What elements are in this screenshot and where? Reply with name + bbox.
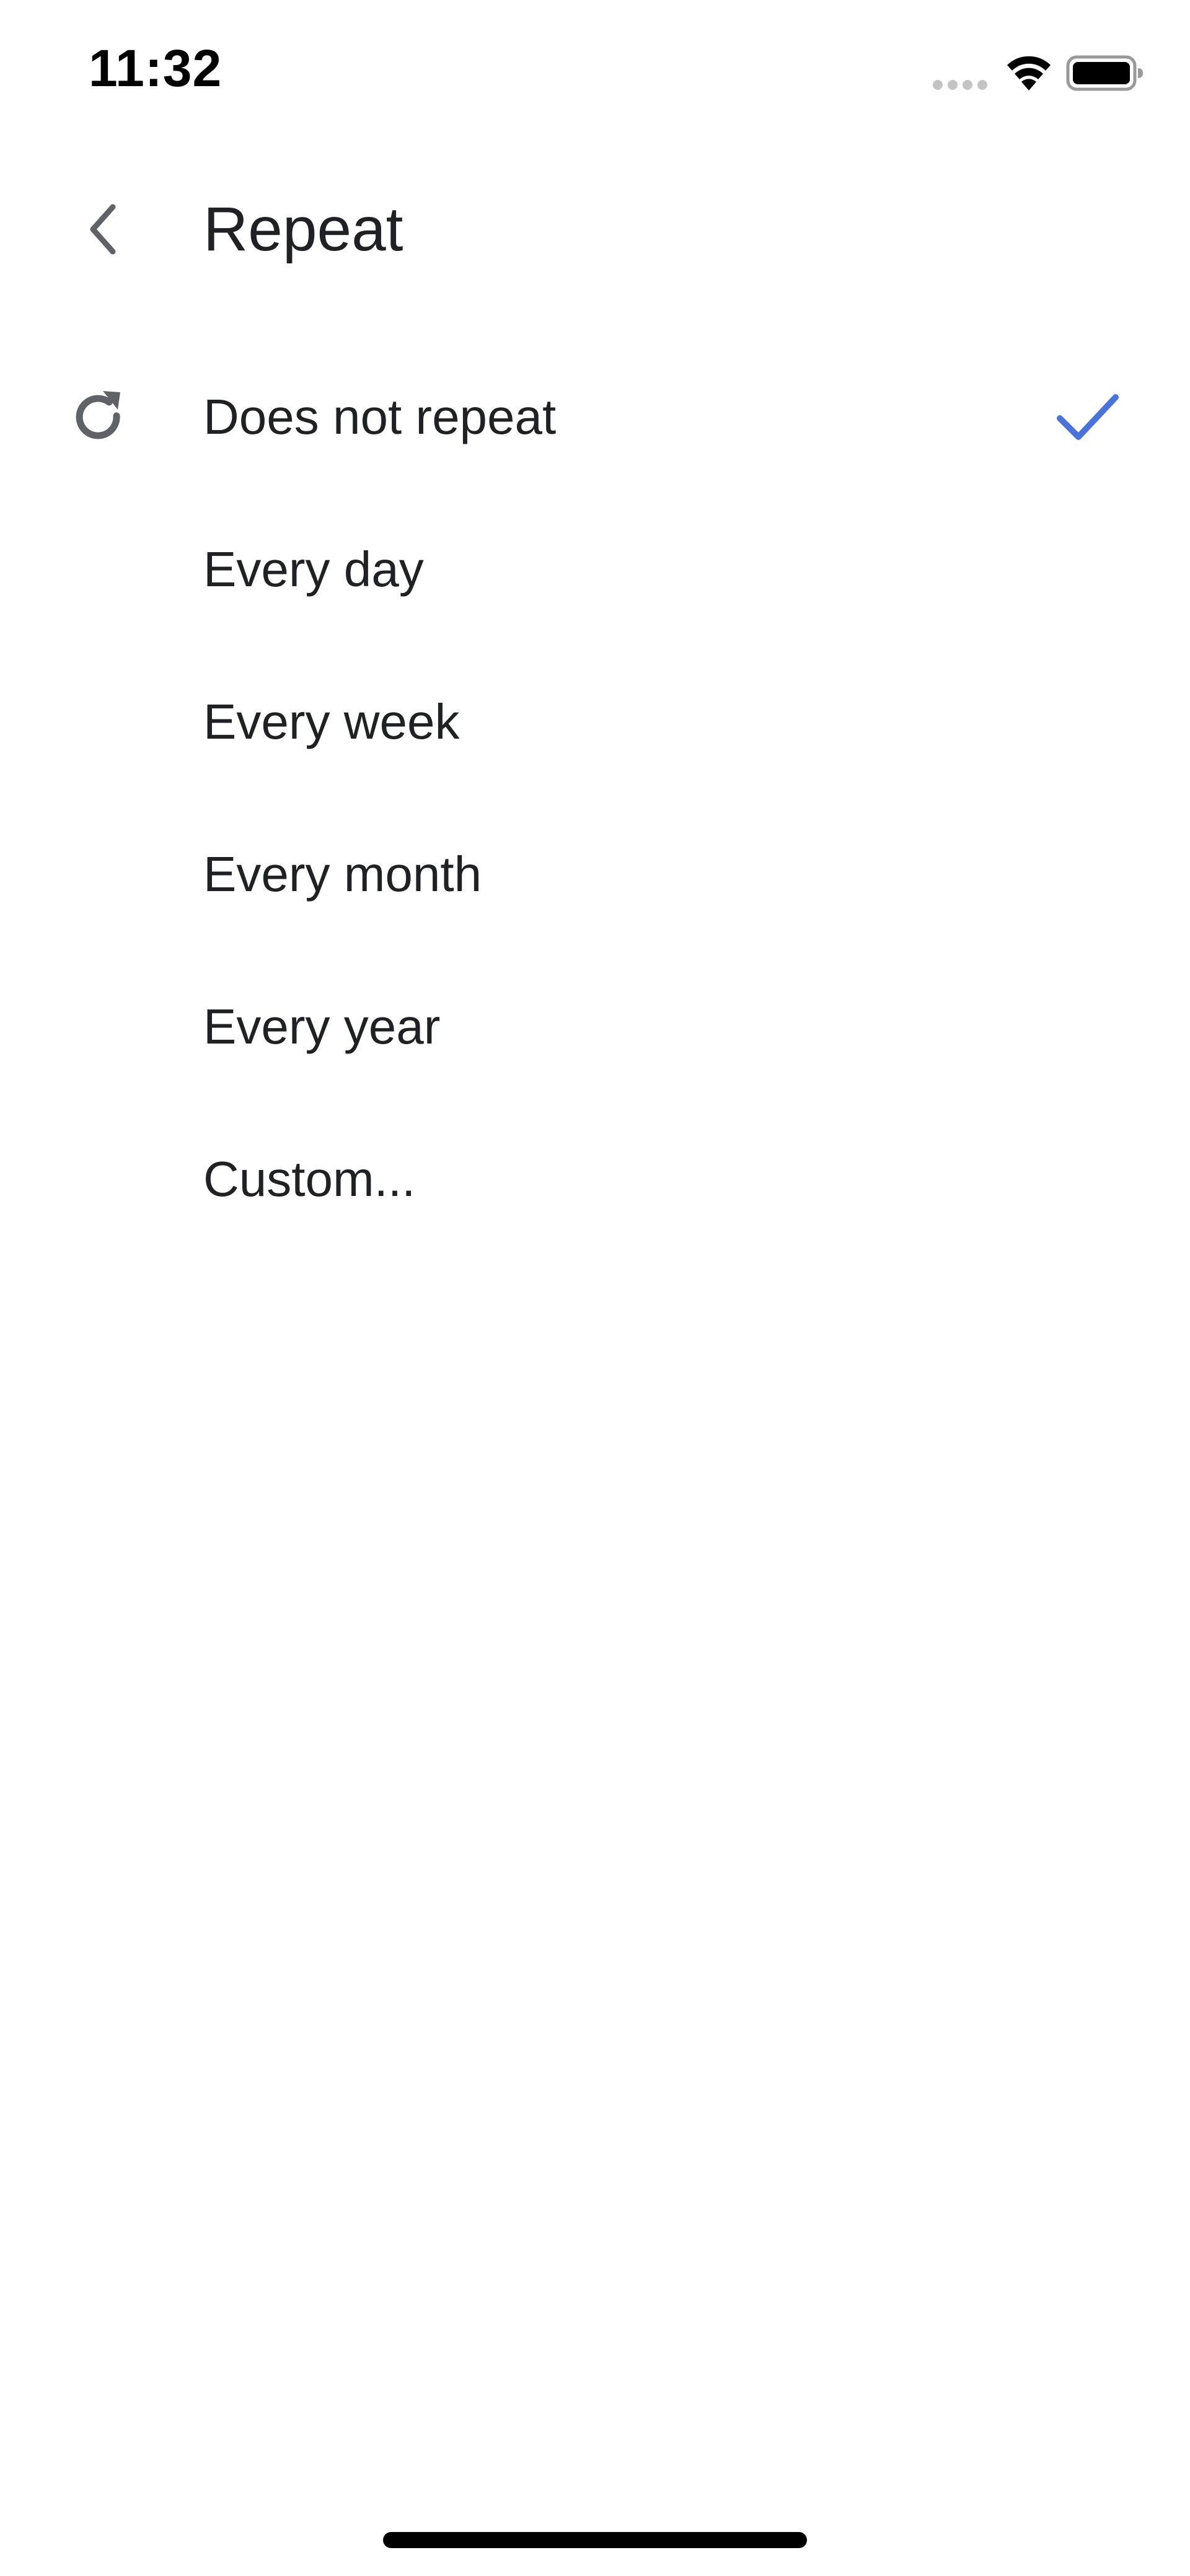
option-label: Every month: [203, 846, 482, 902]
wifi-icon: [1007, 56, 1051, 90]
option-label: Does not repeat: [203, 389, 557, 444]
check-icon: [1057, 394, 1119, 440]
battery-icon: [1066, 55, 1143, 91]
option-every-year[interactable]: Every year: [0, 951, 1190, 1103]
option-label: Every day: [203, 542, 424, 597]
home-indicator: [383, 2532, 807, 2548]
back-button[interactable]: [62, 186, 143, 273]
status-time: 11:32: [89, 39, 223, 97]
page-title: Repeat: [203, 195, 403, 264]
option-label: Custom...: [203, 1151, 416, 1207]
chevron-left-icon: [90, 204, 116, 255]
repeat-icon: [76, 391, 120, 439]
option-every-month[interactable]: Every month: [0, 798, 1190, 951]
app-bar: Repeat: [0, 161, 1190, 297]
option-label: Every year: [203, 999, 441, 1054]
option-does-not-repeat[interactable]: Does not repeat: [0, 341, 1190, 493]
option-every-day[interactable]: Every day: [0, 493, 1190, 646]
repeat-options-list: Does not repeat Every day Every week Eve…: [0, 341, 1190, 1255]
status-bar: 11:32: [0, 0, 1190, 143]
option-label: Every week: [203, 694, 460, 749]
cellular-signal-icon: [933, 80, 987, 90]
option-custom[interactable]: Custom...: [0, 1103, 1190, 1255]
option-every-week[interactable]: Every week: [0, 646, 1190, 798]
